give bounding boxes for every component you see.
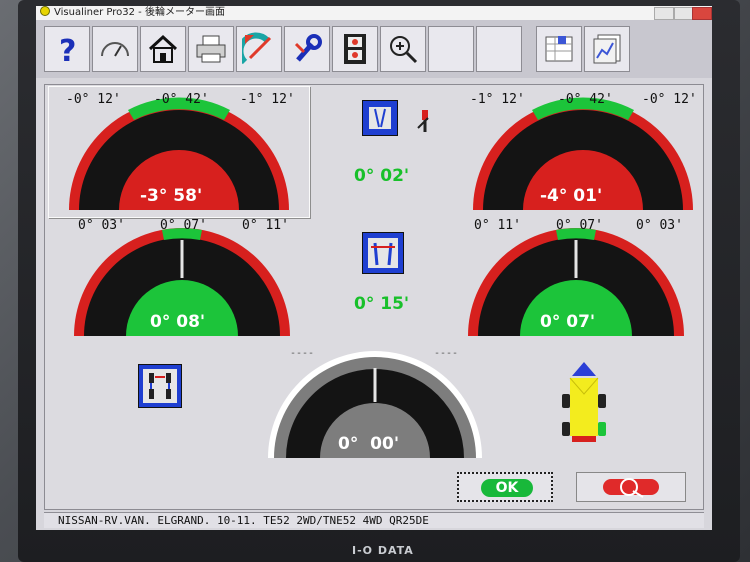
app-screen: Visualiner Pro32 - 後輪メーター画面 ? -0° 12' -0… [36, 6, 712, 530]
printer-icon [196, 35, 226, 63]
speedometer-icon [101, 42, 129, 57]
help-button[interactable]: ? [44, 26, 90, 72]
camber-left-min-label: -0° 12' [66, 92, 121, 107]
app-icon [40, 6, 50, 16]
vehicle-status-bar: NISSAN-RV.VAN. ELGRAND. 10-11. TE52 2WD/… [44, 512, 704, 528]
wrench-button[interactable] [284, 26, 330, 72]
maximize-button[interactable] [674, 7, 694, 20]
camber-right-value: -4° 01' [540, 186, 603, 206]
svg-text:?: ? [59, 34, 76, 66]
ok-button[interactable]: OK [457, 472, 553, 502]
help-icon: ? [59, 34, 76, 66]
film-button[interactable] [332, 26, 378, 72]
toe-right-value: 0° 07' [540, 312, 596, 332]
cancel-button[interactable] [576, 472, 686, 502]
home-button[interactable] [140, 26, 186, 72]
protractor-icon [242, 32, 272, 65]
toolbar: ? [36, 20, 712, 78]
print-button[interactable] [188, 26, 234, 72]
camber-left-max-label: -1° 12' [240, 92, 295, 107]
toe-mode-button[interactable] [362, 232, 404, 274]
toe-left-max-label: 0° 11' [242, 218, 289, 233]
rear-wheel-mode-button[interactable] [138, 364, 182, 408]
camber-mode-button[interactable] [362, 100, 398, 136]
toe-icon [368, 238, 398, 268]
camber-right-max-label: -0° 12' [642, 92, 697, 107]
toe-right-max-label: 0° 03' [636, 218, 683, 233]
window-title: Visualiner Pro32 - 後輪メーター画面 [54, 7, 225, 18]
camber-right-center-label: -0° 42' [558, 92, 613, 107]
home-icon [148, 34, 178, 63]
camber-icon [369, 107, 391, 129]
spreadsheet-icon [545, 36, 573, 62]
camber-difference-value: 0° 02' [354, 166, 410, 186]
jack-icon [417, 110, 429, 132]
toe-left-center-label: 0° 07' [160, 218, 207, 233]
total-toe-value: 0° 15' [354, 294, 410, 314]
chart-icon [593, 34, 621, 64]
report-button[interactable] [584, 26, 630, 72]
thrust-value: 0° 00' [338, 434, 400, 454]
camber-right-min-label: -1° 12' [470, 92, 525, 107]
spreadsheet-button[interactable] [536, 26, 582, 72]
zoom-icon [390, 36, 418, 64]
monitor-brand-logo: I-O DATA [352, 544, 414, 557]
toolbar-blank-button-1[interactable] [428, 26, 474, 72]
meter-button[interactable] [92, 26, 138, 72]
toe-right-min-label: 0° 11' [474, 218, 521, 233]
camber-left-center-label: -0° 42' [154, 92, 209, 107]
camber-left-value: -3° 58' [140, 186, 203, 206]
toe-left-value: 0° 08' [150, 312, 206, 332]
title-bar: Visualiner Pro32 - 後輪メーター画面 [36, 6, 712, 20]
minimize-button[interactable] [654, 7, 674, 20]
toolbar-blank-button-2[interactable] [476, 26, 522, 72]
rear-wheels-icon [143, 369, 177, 403]
car-top-view-icon [562, 362, 606, 442]
close-button[interactable] [692, 7, 712, 20]
toe-left-min-label: 0° 03' [78, 218, 125, 233]
protractor-button[interactable] [236, 26, 282, 72]
film-icon [344, 34, 366, 64]
toe-right-center-label: 0° 07' [556, 218, 603, 233]
ok-button-label: OK [481, 479, 533, 497]
wrench-icon [294, 34, 322, 62]
zoom-button[interactable] [380, 26, 426, 72]
cancel-icon [620, 478, 644, 498]
